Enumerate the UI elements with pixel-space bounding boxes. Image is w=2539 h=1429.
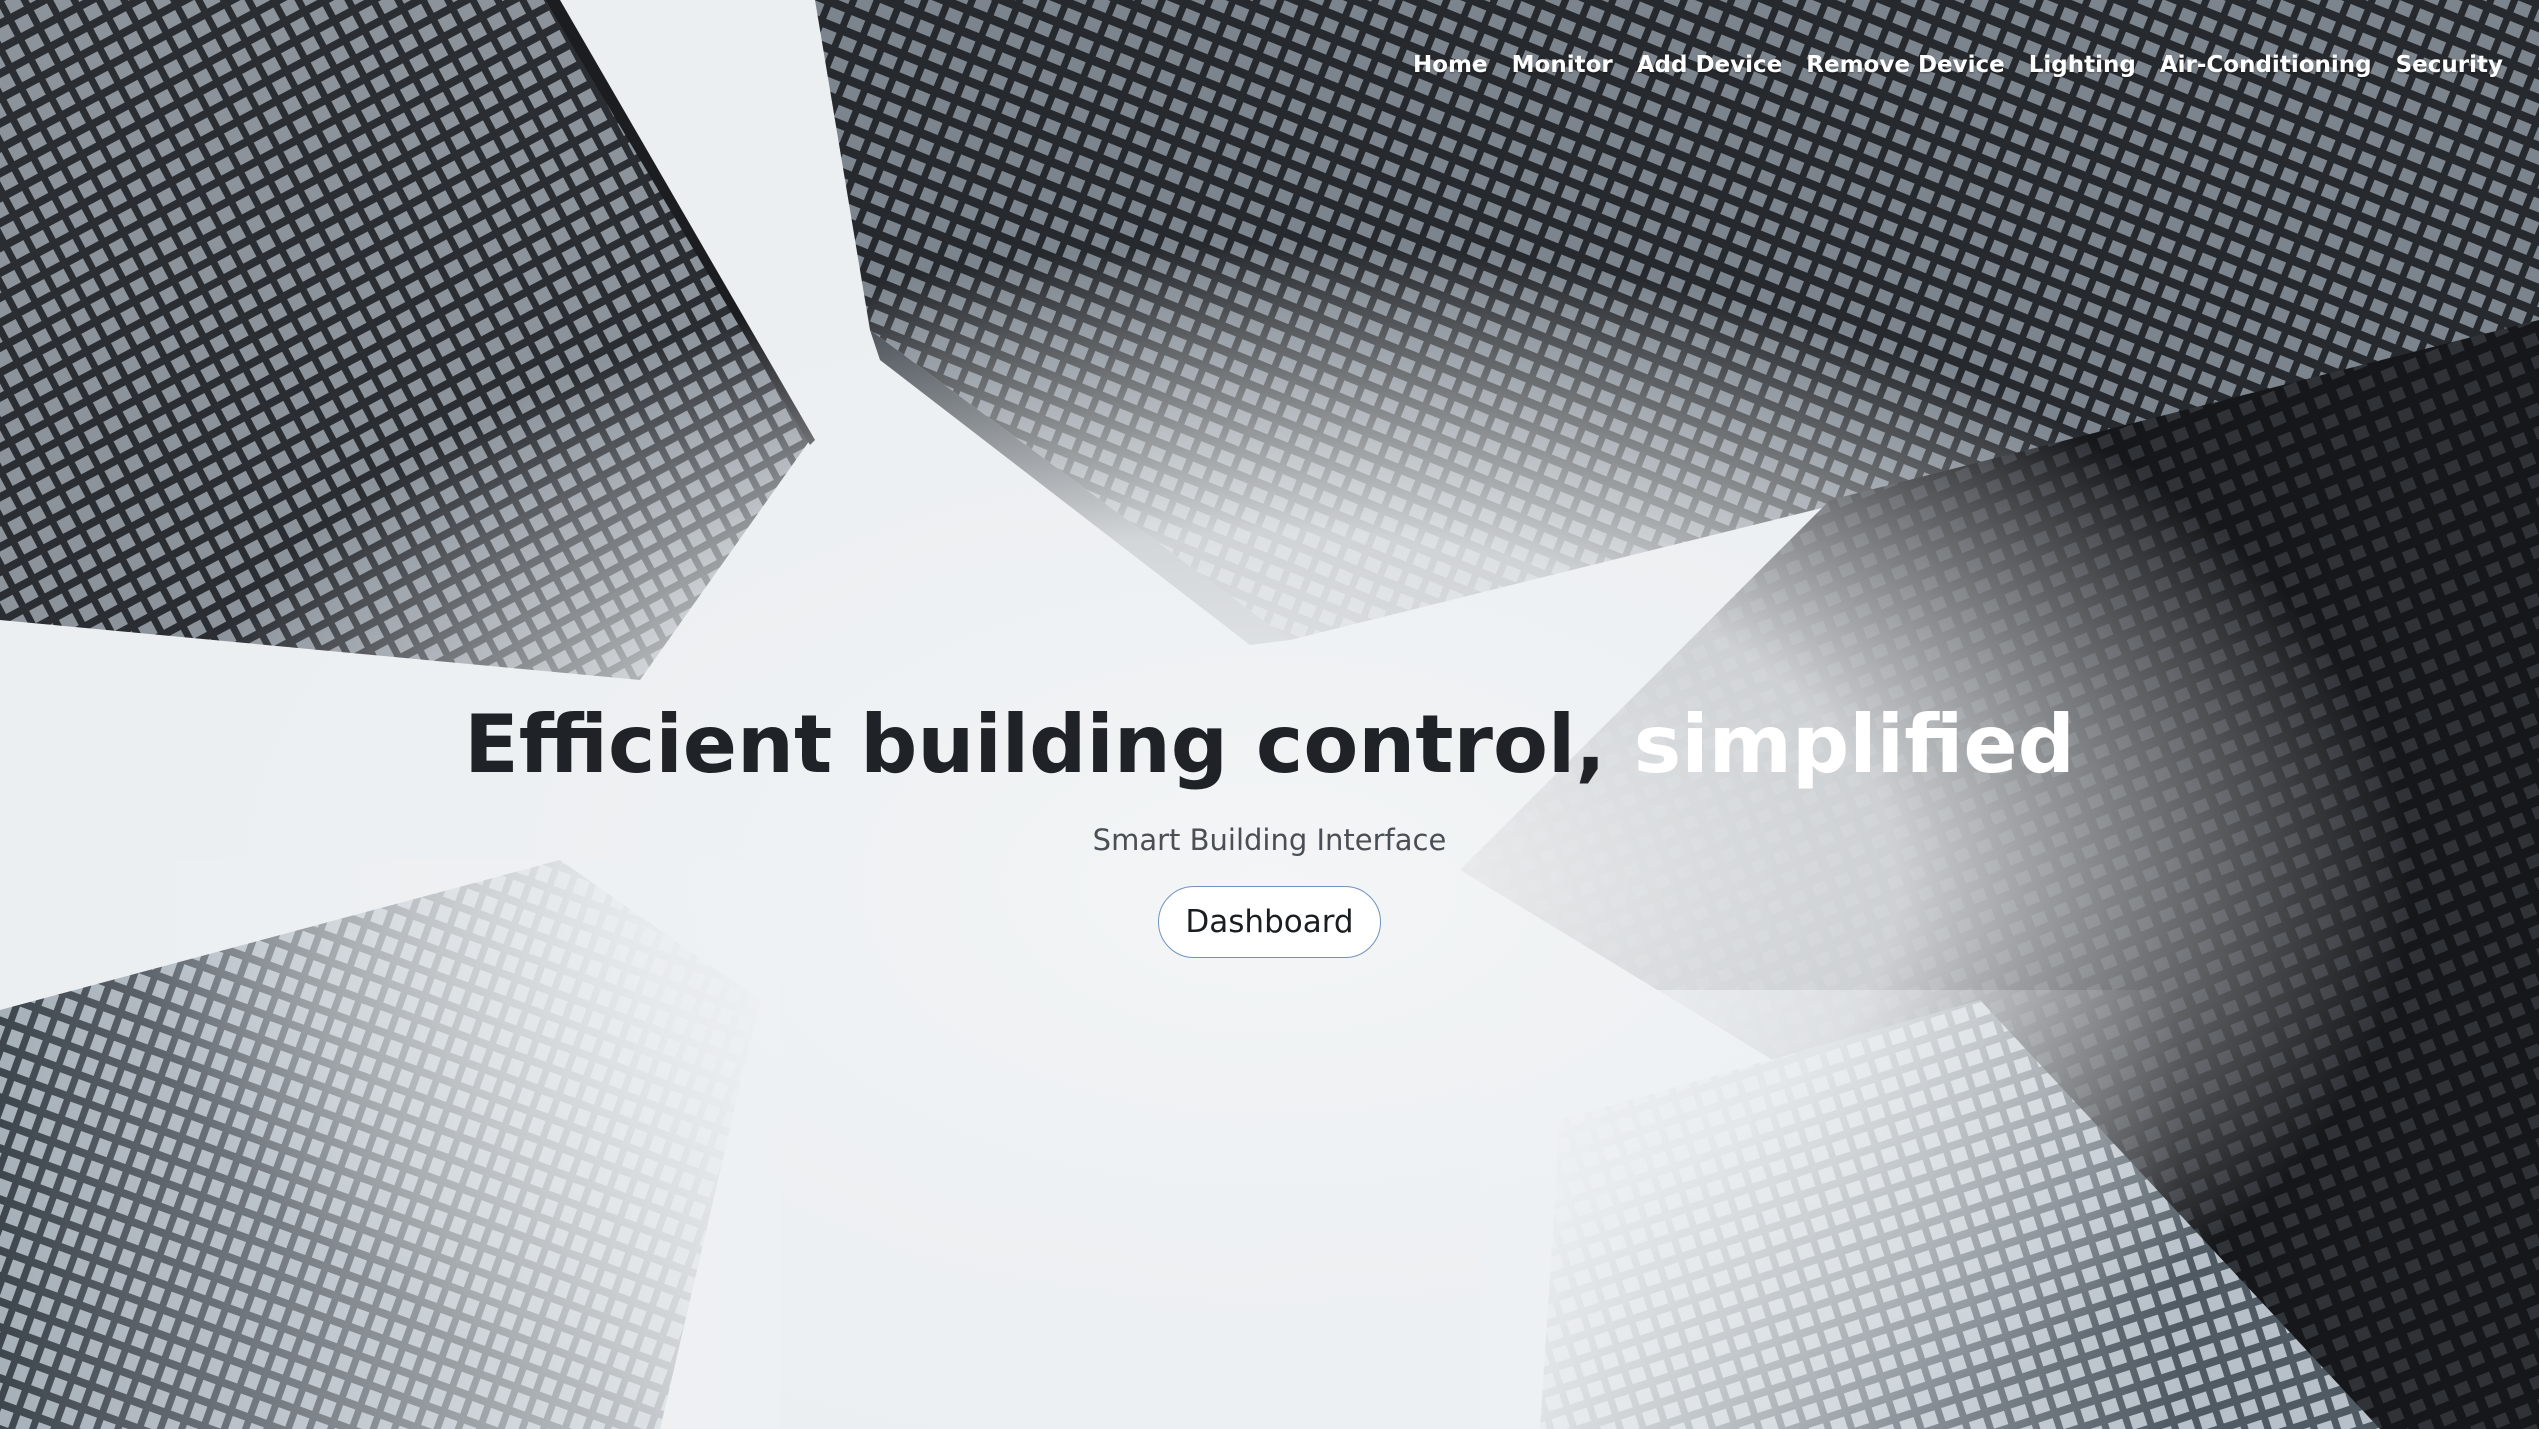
dashboard-button[interactable]: Dashboard [1158,886,1381,958]
hero-headline-dark: Efficient building control, [464,698,1606,791]
hero-headline: Efficient building control, simplified [0,705,2539,785]
nav-link-lighting[interactable]: Lighting [2029,52,2136,78]
nav-link-remove-device[interactable]: Remove Device [1806,52,2004,78]
hero-cta-wrapper: Dashboard [0,886,2539,958]
main-navigation: Home Monitor Add Device Remove Device Li… [1413,52,2503,78]
hero-section: Home Monitor Add Device Remove Device Li… [0,0,2539,1429]
nav-link-home[interactable]: Home [1413,52,1488,78]
nav-link-air-conditioning[interactable]: Air-Conditioning [2160,52,2372,78]
nav-link-monitor[interactable]: Monitor [1512,52,1613,78]
nav-link-security[interactable]: Security [2396,52,2503,78]
hero-subtitle: Smart Building Interface [1092,823,1447,857]
hero-headline-light: simplified [1605,698,2075,791]
nav-link-add-device[interactable]: Add Device [1637,52,1783,78]
